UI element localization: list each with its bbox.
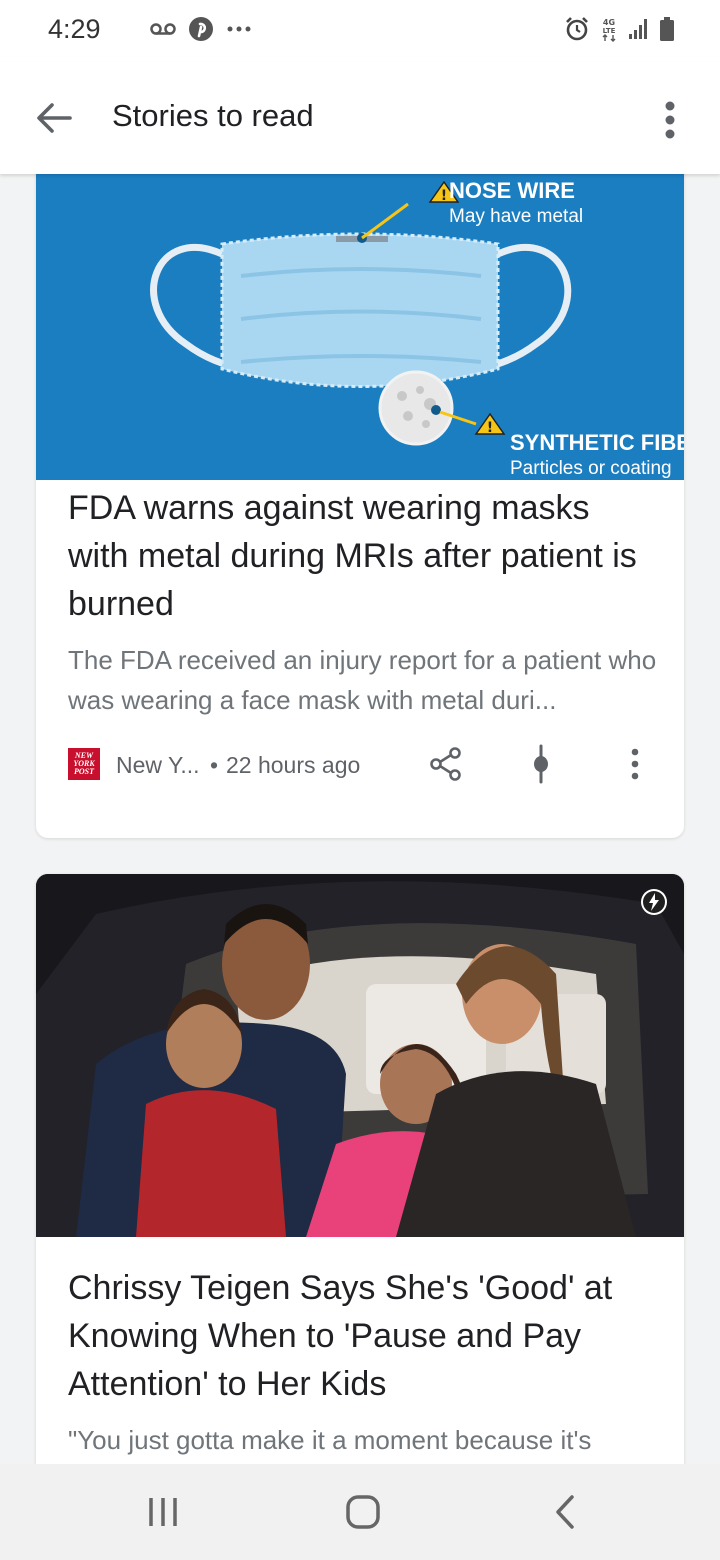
story-timestamp: 22 hours ago — [226, 752, 361, 778]
alarm-icon — [566, 17, 588, 41]
svg-text:LTE: LTE — [603, 27, 616, 35]
status-right-icons: 4G LTE — [564, 16, 674, 42]
family-photo — [36, 874, 684, 1237]
system-nav-bar — [0, 1464, 720, 1560]
story-card[interactable]: ! ! NOSE WIRE May have metal SYNTHETIC F… — [36, 174, 684, 838]
svg-text:!: ! — [441, 188, 447, 204]
svg-text:!: ! — [487, 420, 493, 436]
voicemail-icon — [150, 23, 176, 35]
svg-text:4G: 4G — [603, 18, 615, 27]
story-feed[interactable]: ! ! NOSE WIRE May have metal SYNTHETIC F… — [0, 174, 720, 1464]
story-image[interactable] — [36, 874, 684, 1237]
page-title: Stories to read — [112, 98, 314, 133]
status-left-icons — [150, 16, 252, 42]
nose-wire-sub: May have metal — [449, 206, 583, 227]
story-snippet: "You just gotta make it a moment because… — [68, 1425, 592, 1455]
source-name: New Y... — [116, 752, 200, 778]
fiber-title: SYNTHETIC FIBE — [510, 430, 684, 455]
share-icon[interactable] — [428, 746, 464, 782]
battery-icon — [660, 17, 674, 41]
story-card[interactable]: Chrissy Teigen Says She's 'Good' at Know… — [36, 874, 684, 1464]
story-meta: NEW YORK POST New Y... • 22 hours ago — [68, 744, 658, 788]
amp-lightning-icon — [641, 889, 667, 915]
story-headline[interactable]: Chrissy Teigen Says She's 'Good' at Know… — [68, 1264, 658, 1408]
status-bar: 4:29 4G LTE — [0, 0, 720, 62]
mask-illustration: ! ! NOSE WIRE May have metal SYNTHETIC F… — [36, 174, 684, 480]
app-bar: Stories to read — [0, 62, 720, 174]
lte-data-icon: 4G LTE — [602, 18, 616, 42]
fiber-sub: Particles or coating — [510, 458, 672, 479]
pinterest-icon — [189, 17, 213, 41]
more-vert-icon[interactable] — [646, 96, 694, 144]
story-headline[interactable]: FDA warns against wearing masks with met… — [68, 484, 658, 628]
story-image[interactable]: ! ! NOSE WIRE May have metal SYNTHETIC F… — [36, 174, 684, 480]
source-logo: NEW YORK POST — [68, 748, 100, 780]
home-icon[interactable] — [343, 1494, 383, 1530]
more-dots-icon — [227, 26, 251, 32]
nose-wire-title: NOSE WIRE — [449, 178, 575, 203]
story-snippet: The FDA received an injury report for a … — [68, 645, 657, 715]
meta-separator: • — [210, 752, 219, 778]
more-less-icon[interactable] — [526, 744, 556, 784]
signal-icon — [629, 19, 647, 39]
card-more-vert-icon[interactable] — [620, 746, 650, 782]
status-time: 4:29 — [48, 14, 101, 44]
back-arrow-icon[interactable] — [30, 96, 78, 140]
recent-apps-icon[interactable] — [143, 1494, 183, 1530]
back-icon[interactable] — [546, 1494, 586, 1530]
